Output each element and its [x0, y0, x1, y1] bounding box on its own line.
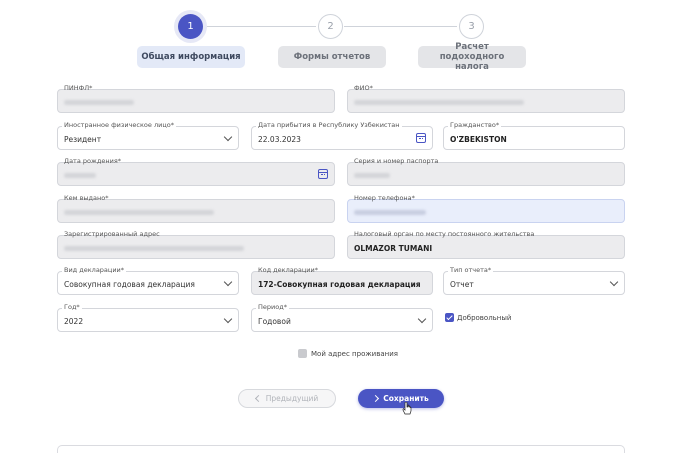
hand-cursor-icon — [402, 402, 412, 415]
calendar-icon — [318, 169, 328, 179]
previous-button-label: Предыдущий — [265, 394, 319, 403]
report-type-label: Тип отчета* — [448, 266, 494, 275]
declaration-code-label: Код декларации* — [258, 266, 318, 274]
save-button[interactable]: Сохранить — [358, 389, 444, 408]
pinfl-label: ПИНФЛ* — [64, 84, 93, 92]
phone-label: Номер телефона* — [354, 194, 415, 202]
phone-value-redacted — [354, 210, 426, 215]
step-1-circle[interactable]: 1 — [178, 14, 203, 39]
voluntary-label: Добровольный — [457, 314, 512, 322]
voluntary-checkbox[interactable] — [445, 313, 454, 322]
chevron-down-icon[interactable] — [223, 132, 233, 142]
period-select[interactable]: Период* Годовой — [251, 303, 433, 332]
step-connector — [344, 26, 457, 27]
step-2-label[interactable]: Формы отчетов — [278, 46, 386, 68]
chevron-left-icon — [254, 394, 262, 403]
foreign-person-select[interactable]: Иностранное физическое лицо* Резидент — [57, 121, 239, 150]
arrival-date-value: 22.03.2023 — [258, 135, 301, 144]
tax-authority-field: Налоговый орган по месту постоянного жит… — [347, 230, 625, 259]
issued-by-field: Кем выдано* — [57, 194, 335, 223]
citizenship-value: O'ZBEKISTON — [450, 135, 507, 144]
chevron-down-icon[interactable] — [609, 277, 619, 287]
report-type-select[interactable]: Тип отчета* Отчет — [443, 266, 625, 295]
fio-label: ФИО* — [354, 84, 373, 92]
chevron-down-icon[interactable] — [417, 314, 427, 324]
chevron-right-icon — [372, 394, 380, 403]
period-label: Период* — [256, 303, 289, 312]
step-3-circle[interactable]: 3 — [459, 14, 484, 39]
foreign-person-label: Иностранное физическое лицо* — [62, 121, 176, 130]
fio-field: ФИО* — [347, 84, 625, 113]
calendar-icon[interactable] — [416, 133, 426, 143]
foreign-person-value: Резидент — [64, 135, 102, 144]
birth-date-value-redacted — [64, 173, 96, 178]
step-connector — [203, 26, 316, 27]
period-value: Годовой — [258, 317, 291, 326]
year-label: Год* — [62, 303, 82, 312]
arrival-date-field[interactable]: Дата прибытия в Республику Узбекистан 22… — [251, 121, 433, 150]
report-type-value: Отчет — [450, 280, 474, 289]
chevron-down-icon[interactable] — [223, 314, 233, 324]
birth-date-label: Дата рождения* — [64, 157, 121, 165]
phone-field[interactable]: Номер телефона* — [347, 194, 625, 223]
tax-authority-label: Налоговый орган по месту постоянного жит… — [354, 230, 535, 238]
issued-by-label: Кем выдано* — [64, 194, 109, 202]
declaration-type-label: Вид декларации* — [62, 266, 127, 275]
year-select[interactable]: Год* 2022 — [57, 303, 239, 332]
citizenship-label: Гражданство* — [448, 121, 502, 130]
passport-value-redacted — [354, 173, 390, 178]
declaration-type-value: Совокупная годовая декларация — [64, 280, 195, 289]
arrival-date-label: Дата прибытия в Республику Узбекистан — [256, 121, 402, 130]
my-address-label: Мой адрес проживания — [311, 350, 398, 358]
step-3-label[interactable]: Расчет подоходного налога — [418, 42, 526, 72]
tax-authority-value: OLMAZOR TUMANI — [354, 244, 433, 253]
chevron-down-icon[interactable] — [223, 277, 233, 287]
address-field: Зарегистрированный адрес — [57, 230, 335, 259]
pinfl-value-redacted — [64, 100, 134, 105]
citizenship-field[interactable]: Гражданство* O'ZBEKISTON — [443, 121, 625, 150]
stepper: 1 2 3 Общая информация Формы отчетов Рас… — [0, 0, 680, 80]
address-value-redacted — [64, 246, 244, 251]
fio-value-redacted — [354, 100, 524, 105]
issued-by-value-redacted — [64, 210, 214, 215]
year-value: 2022 — [64, 317, 84, 326]
my-address-checkbox[interactable] — [298, 349, 307, 358]
passport-field: Серия и номер паспорта — [347, 157, 625, 186]
step-1-label[interactable]: Общая информация — [137, 46, 245, 68]
declaration-code-field: Код декларации* 172-Совокупная годовая д… — [251, 266, 433, 295]
address-label: Зарегистрированный адрес — [64, 230, 160, 238]
declaration-type-select[interactable]: Вид декларации* Совокупная годовая декла… — [57, 266, 239, 295]
birth-date-field: Дата рождения* — [57, 157, 335, 186]
passport-label: Серия и номер паспорта — [354, 157, 439, 165]
bottom-panel — [57, 445, 625, 453]
declaration-code-value: 172-Совокупная годовая декларация — [258, 280, 421, 289]
pinfl-field: ПИНФЛ* — [57, 84, 335, 113]
step-2-circle[interactable]: 2 — [318, 14, 343, 39]
previous-button[interactable]: Предыдущий — [238, 389, 336, 408]
